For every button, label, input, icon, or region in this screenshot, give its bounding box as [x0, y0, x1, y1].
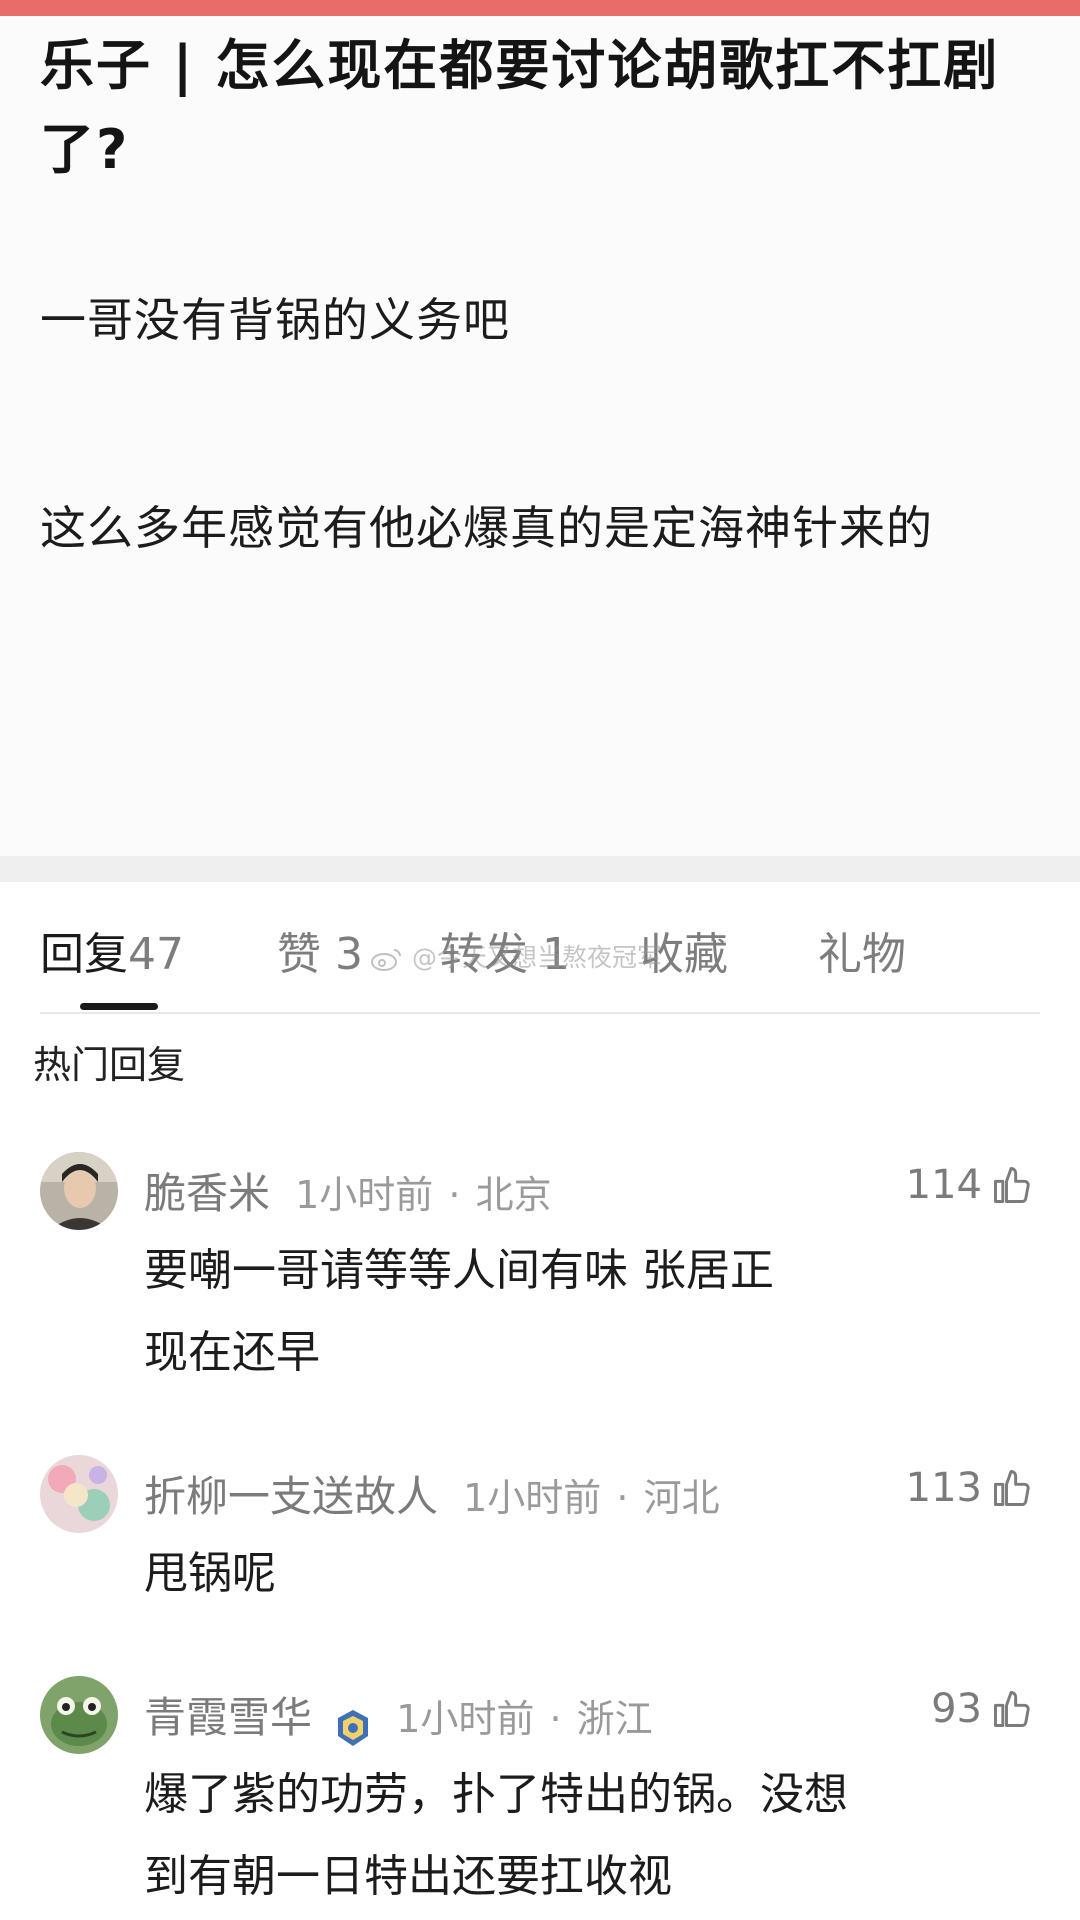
like-button[interactable]: 93 [931, 1684, 1034, 1734]
member-badge-icon [338, 1709, 369, 1746]
commenter-name[interactable]: 脆香米 [144, 1169, 270, 1218]
comment-text: 爆了紫的功劳，扑了特出的锅。没想到有朝一日特出还要扛收视 [144, 1769, 848, 1902]
commenter-name[interactable]: 折柳一支送故人 [144, 1472, 438, 1521]
comment-header: 脆香米 1小时前 · 北京 [144, 1160, 552, 1221]
commenter-name[interactable]: 青霞雪华 [144, 1693, 312, 1742]
tab-bar-divider [40, 1012, 1040, 1014]
thumbs-up-icon [994, 1167, 1030, 1203]
comment-time: 1小时前 [295, 1173, 434, 1217]
comment-header: 折柳一支送故人 1小时前 · 河北 [144, 1463, 720, 1524]
hot-replies-heading: 热门回复 [33, 1043, 186, 1087]
section-divider [0, 856, 1080, 882]
meta-dot: · [448, 1173, 461, 1217]
tab-label: 回复 [40, 929, 128, 980]
meta-dot: · [616, 1476, 629, 1520]
comment-header: 青霞雪华 1小时前 · 浙江 [144, 1684, 653, 1748]
comment-time: 1小时前 [463, 1476, 602, 1520]
post-title: 乐子 | 怎么现在都要讨论胡歌扛不扛剧了? [40, 34, 1000, 181]
tab-count: 3 [335, 929, 363, 980]
weibo-logo-icon [371, 949, 401, 971]
avatar[interactable] [40, 1676, 118, 1754]
comment-text: 要嘲一哥请等等人间有味 张居正现在还早 [144, 1245, 774, 1378]
tab-count: 47 [128, 929, 184, 980]
comment-location: 浙江 [576, 1697, 653, 1741]
top-status-strip [0, 0, 1080, 16]
comment-text: 甩锅呢 [144, 1548, 276, 1599]
like-count: 93 [931, 1686, 982, 1732]
post-paragraph: 一哥没有背锅的义务吧 [40, 293, 510, 347]
like-count: 114 [905, 1162, 982, 1208]
watermark-text: @今天又想当熬夜冠军 [411, 943, 662, 972]
tab-label: 礼物 [818, 929, 906, 980]
tab-label: 赞 [277, 929, 321, 980]
active-tab-indicator [80, 1003, 158, 1010]
post-paragraph: 这么多年感觉有他必爆真的是定海神针来的 [40, 501, 933, 555]
like-count: 113 [905, 1465, 982, 1511]
weibo-watermark: @今天又想当熬夜冠军 [370, 940, 662, 976]
avatar[interactable] [40, 1455, 118, 1533]
comment-location: 河北 [643, 1476, 720, 1520]
like-button[interactable]: 113 [906, 1463, 1034, 1513]
post-body: 乐子 | 怎么现在都要讨论胡歌扛不扛剧了? 一哥没有背锅的义务吧 这么多年感觉有… [0, 16, 1080, 856]
thumbs-up-icon [994, 1470, 1030, 1506]
like-button[interactable]: 114 [906, 1160, 1034, 1210]
meta-dot: · [549, 1697, 562, 1741]
avatar[interactable] [40, 1152, 118, 1230]
thumbs-up-icon [994, 1691, 1030, 1727]
tab-likes[interactable]: 赞 3 [277, 925, 363, 985]
comment-location: 北京 [475, 1173, 552, 1217]
tab-replies[interactable]: 回复47 [40, 925, 184, 985]
comment-time: 1小时前 [396, 1697, 535, 1741]
tab-gifts[interactable]: 礼物 [818, 925, 906, 985]
